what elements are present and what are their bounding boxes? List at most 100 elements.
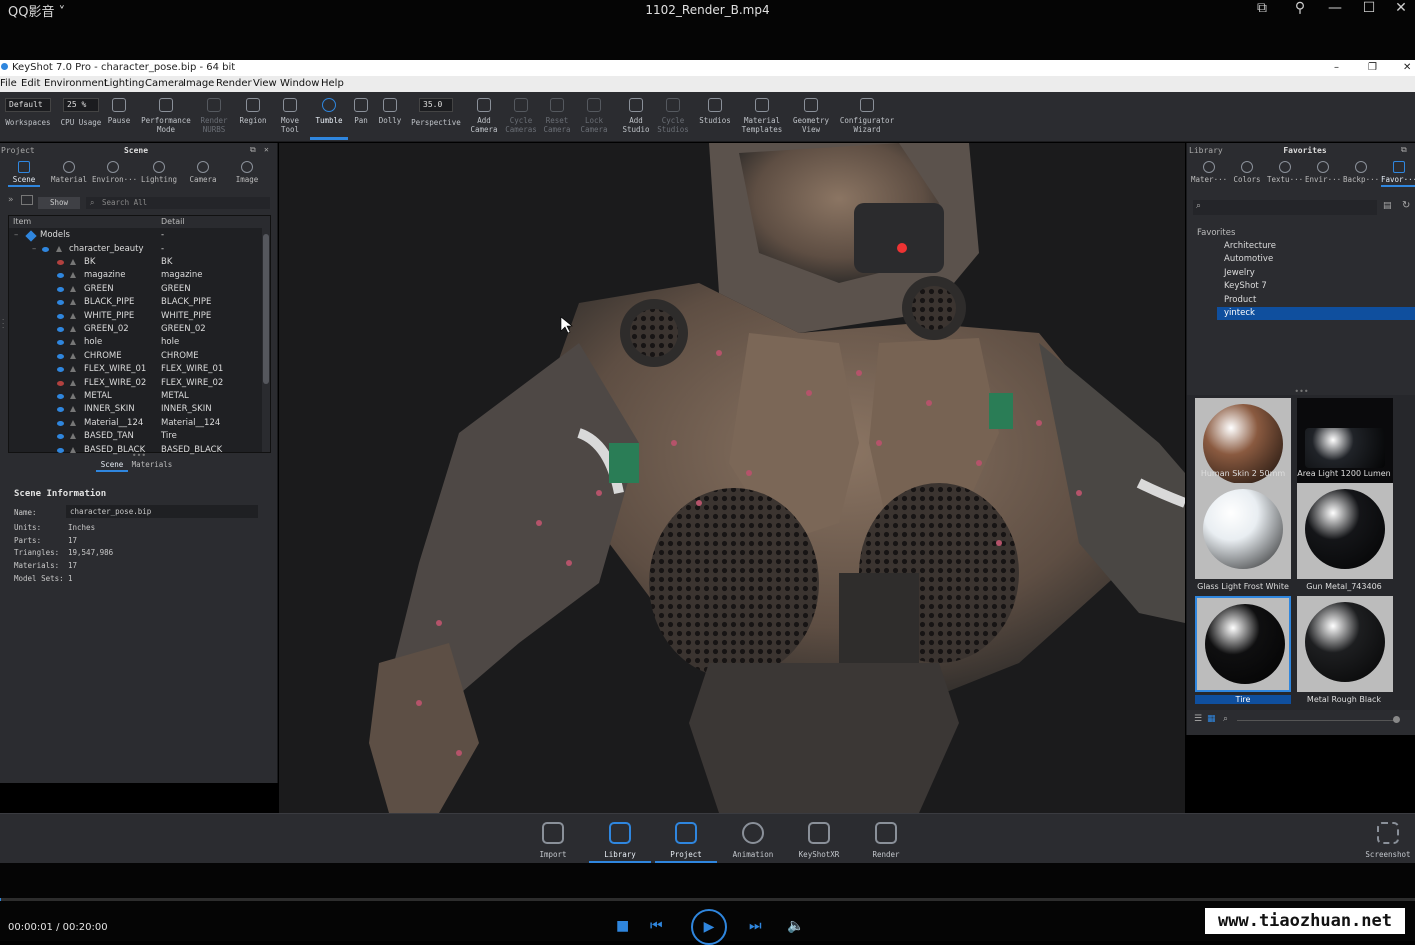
performance-mode-button[interactable]: Performance Mode [138,92,194,140]
menu-view[interactable]: View [253,78,277,89]
geometry-view-button[interactable]: Geometry View [790,92,832,140]
table-row[interactable]: magazine magazine [9,269,262,282]
thumb-human-skin[interactable] [1195,398,1291,494]
material-templates-button[interactable]: Material Templates [738,92,786,140]
menu-file[interactable]: File [0,78,17,89]
visibility-eye-icon[interactable] [57,420,64,426]
visibility-eye-icon[interactable] [57,340,64,346]
table-row[interactable]: hole hole [9,336,262,349]
expand-icon[interactable]: – [14,230,18,240]
lib-tab-backplates[interactable]: Backp··· [1343,161,1379,184]
tab-material[interactable]: Material [48,161,90,184]
lib-tab-favorites[interactable]: Favor··· [1381,161,1415,187]
tree-row-models[interactable]: – Models - [9,229,262,242]
next-icon[interactable]: ⏭ [749,918,762,934]
fov-field[interactable]: 35.0 [419,98,453,112]
visibility-eye-icon[interactable] [57,286,64,292]
close-icon[interactable]: ✕ [1389,0,1413,20]
region-button[interactable]: Region [236,92,270,140]
visibility-icon[interactable] [42,246,49,252]
menu-window[interactable]: Window [280,78,319,89]
lib-tab-materials[interactable]: Mater··· [1191,161,1227,184]
refresh-icon[interactable]: ↻ [1402,200,1410,211]
volume-icon[interactable]: 🔈 [787,918,804,934]
cycle-cameras-button[interactable]: Cycle Cameras [504,92,538,140]
studios-button[interactable]: Studios [697,92,733,140]
stop-icon[interactable]: ■ [616,918,629,934]
thumbnail-size-slider[interactable] [1237,720,1397,721]
menu-environment[interactable]: Environment [44,78,108,89]
folder-automotive[interactable]: Automotive [1224,253,1273,266]
grid-view-icon[interactable]: ▦ [1207,714,1216,724]
menu-image[interactable]: Image [183,78,214,89]
menu-lighting[interactable]: Lighting [104,78,144,89]
perspective-button[interactable]: 35.0 Perspective [409,92,463,140]
favorites-root[interactable]: Favorites [1197,227,1235,240]
table-row[interactable]: FLEX_WIRE_01 FLEX_WIRE_01 [9,363,262,376]
visibility-eye-icon[interactable] [57,407,64,413]
tab-camera[interactable]: Camera [184,161,222,184]
render-viewport[interactable] [279,143,1185,813]
mini-mode-icon[interactable]: ⧉ [1250,0,1274,20]
ks-close-icon[interactable]: ✕ [1403,62,1411,73]
visibility-eye-icon[interactable] [57,394,64,399]
tumble-button[interactable]: Tumble [310,92,348,140]
cpu-usage-button[interactable]: 25 % CPU Usage [58,92,104,140]
visibility-eye-icon[interactable] [57,260,64,265]
lib-tab-colors[interactable]: Colors [1229,161,1265,184]
menu-help[interactable]: Help [321,78,344,89]
library-button[interactable]: Library [589,814,651,864]
workspaces-button[interactable]: Default Workspaces [2,92,54,140]
search-input[interactable]: Search All [86,197,270,209]
menu-camera[interactable]: Camera [145,78,184,89]
dolly-button[interactable]: Dolly [375,92,405,140]
table-row[interactable]: WHITE_PIPE WHITE_PIPE [9,310,262,323]
ks-restore-icon[interactable]: ❐ [1368,62,1377,73]
table-row[interactable]: METAL METAL [9,390,262,403]
float-library-icon[interactable]: ⧉ [1401,145,1407,155]
thumbnail-size-handle[interactable] [1393,716,1400,723]
minimize-icon[interactable]: — [1323,0,1347,20]
visibility-eye-icon[interactable] [57,313,64,319]
animation-button[interactable]: Animation [722,814,784,864]
lock-camera-button[interactable]: Lock Camera [578,92,610,140]
thumb-glass-frost[interactable] [1195,483,1291,579]
render-nurbs-button[interactable]: Render NURBS [196,92,232,140]
configurator-wizard-button[interactable]: Configurator Wizard [838,92,896,140]
show-button[interactable]: Show [38,197,80,209]
visibility-eye-icon[interactable] [57,273,64,279]
expand-icon[interactable]: – [32,244,36,254]
splitter-handle[interactable]: ••• [0,451,278,460]
screenshot-button[interactable]: Screenshot [1362,814,1414,864]
collapse-icon[interactable]: » [8,195,14,205]
visibility-eye-icon[interactable] [57,327,64,332]
play-button[interactable]: ▶ [691,909,727,945]
seek-bar[interactable] [0,898,1415,901]
menu-edit[interactable]: Edit [21,78,40,89]
thumb-tire[interactable] [1195,596,1291,692]
folder-architecture[interactable]: Architecture [1224,240,1276,253]
visibility-eye-icon[interactable] [57,380,64,386]
visibility-eye-icon[interactable] [57,434,64,440]
menu-render[interactable]: Render [216,78,252,89]
move-tool-button[interactable]: Move Tool [274,92,306,140]
tree-scrollbar-thumb[interactable] [263,234,269,384]
bottom-tab-materials[interactable]: Materials [130,460,174,469]
visibility-eye-icon[interactable] [57,300,64,306]
ks-minimize-icon[interactable]: – [1334,62,1339,73]
tab-environment[interactable]: Environ··· [92,161,137,184]
project-button[interactable]: Project [655,814,717,864]
table-row[interactable]: CHROME CHROME [9,350,262,363]
thumb-gun-metal[interactable] [1297,483,1393,579]
table-row[interactable]: INNER_SKIN INNER_SKIN [9,403,262,416]
add-folder-icon[interactable]: ▤ [1383,201,1392,211]
tab-lighting[interactable]: Lighting [138,161,180,184]
lib-tab-environments[interactable]: Envir··· [1305,161,1341,184]
visibility-eye-icon[interactable] [57,367,64,373]
pin-icon[interactable]: ⚲ [1288,0,1312,20]
tree-row-group[interactable]: – character_beauty - [9,243,262,256]
show-filter-icon[interactable] [21,195,33,205]
folder-product[interactable]: Product [1224,294,1256,307]
tab-image[interactable]: Image [228,161,266,184]
pan-button[interactable]: Pan [350,92,372,140]
